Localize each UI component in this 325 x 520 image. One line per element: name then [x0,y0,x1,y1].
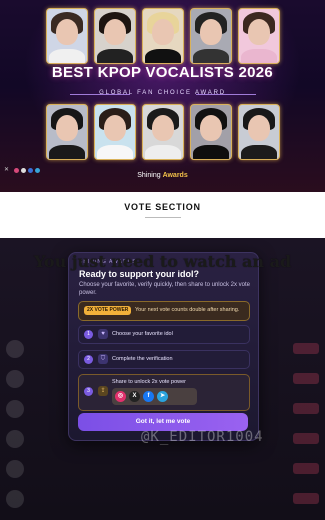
idol-photo [238,8,280,64]
banner-subtitle: GLOBAL FAN CHOICE AWARD [99,90,226,96]
vote-power-badge: 2X VOTE POWER [84,306,132,315]
step-number: 1 [84,330,93,339]
step-choose-idol[interactable]: 1 ♥ Choose your favorite idol [78,325,250,344]
brand-name: Shining [137,172,161,179]
idol-photo [190,104,232,160]
step-verification[interactable]: 2 ⛉ Complete the verification [78,350,250,369]
vote-power-text: Your next vote counts double after shari… [135,307,240,313]
list-item [0,458,325,480]
list-item [0,488,325,510]
step-label: Choose your favorite idol [112,331,173,337]
share-icon: ⇪ [98,386,108,396]
vote-power-banner: 2X VOTE POWER Your next vote counts doub… [78,301,250,321]
step-number: 2 [84,355,93,364]
award-banner: BEST KPOP VOCALISTS 2026 GLOBAL FAN CHOI… [0,0,325,192]
idol-photo [94,104,136,160]
idol-photo [190,8,232,64]
modal-description: Choose your favorite, verify quickly, th… [79,282,250,296]
idol-photo [142,104,184,160]
vote-modal: SHINING AWARDS Ready to support your ido… [68,252,259,441]
telegram-icon[interactable]: ➤ [157,391,168,402]
idol-photo [238,104,280,160]
watermark-text: @K_EDITOR1004 [141,429,264,445]
instagram-icon[interactable]: ◎ [115,391,126,402]
step-share: 3 ⇪ Share to unlock 2x vote power ◎ X f … [78,374,250,411]
step-label: Share to unlock 2x vote power [112,379,186,385]
ad-overlay-text: You just need to watch an ad [33,252,292,271]
idol-photo [46,104,88,160]
idol-photo [46,8,88,64]
step-number: 3 [84,387,93,396]
idol-photo [94,8,136,64]
divider [145,217,181,218]
facebook-icon[interactable]: f [143,391,154,402]
step-label: Complete the verification [112,356,173,362]
shield-icon: ⛉ [98,354,108,364]
share-buttons: ◎ X f ➤ [112,388,197,405]
brand-accent: Awards [162,172,188,179]
x-icon[interactable]: X [129,391,140,402]
vote-section-header: VOTE SECTION [0,192,325,238]
brand-logo: Shining Awards [0,172,325,179]
idol-photo [142,8,184,64]
section-title: VOTE SECTION [124,202,201,212]
banner-title: BEST KPOP VOCALISTS 2026 [51,64,274,81]
heart-icon: ♥ [98,329,108,339]
